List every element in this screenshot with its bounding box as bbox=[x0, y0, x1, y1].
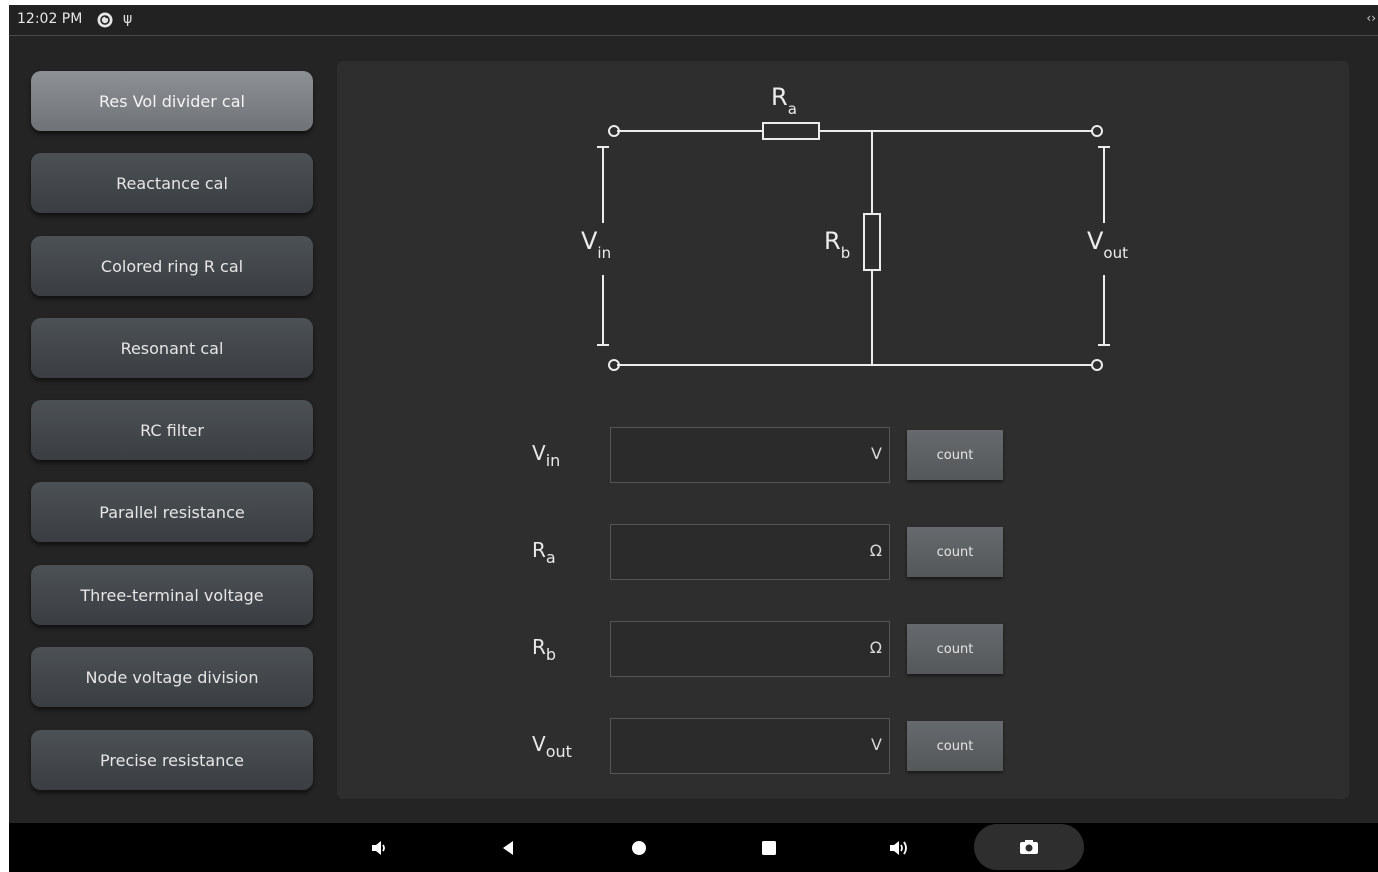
back-button[interactable] bbox=[483, 823, 533, 872]
vout-unit: V bbox=[871, 735, 882, 754]
sidebar-item-label: Resonant cal bbox=[120, 338, 224, 358]
rb-label: Rb bbox=[532, 635, 557, 664]
ra-label: Ra bbox=[532, 538, 556, 567]
volume-down-button[interactable] bbox=[354, 823, 404, 872]
app-screen: 12:02 PM ψ ‹› Res Vol divider cal Reacta… bbox=[9, 5, 1378, 872]
sidebar-item-label: Res Vol divider cal bbox=[99, 91, 245, 111]
sidebar-item-resonant[interactable]: Resonant cal bbox=[31, 318, 313, 378]
ra-unit: Ω bbox=[869, 541, 882, 560]
volume-up-icon bbox=[890, 840, 907, 855]
sidebar-item-three-terminal[interactable]: Three-terminal voltage bbox=[31, 565, 313, 625]
sidebar-item-label: Parallel resistance bbox=[99, 502, 245, 522]
sidebar-item-label: Three-terminal voltage bbox=[80, 585, 264, 605]
vin-count-button[interactable]: count bbox=[907, 430, 1003, 480]
sidebar-item-precise-resistance[interactable]: Precise resistance bbox=[31, 730, 313, 790]
sidebar-item-label: Reactance cal bbox=[116, 173, 228, 193]
vin-label: Vin bbox=[532, 441, 561, 470]
rb-unit: Ω bbox=[869, 638, 882, 657]
vout-label: Vout bbox=[532, 732, 572, 761]
vin-unit: V bbox=[871, 444, 882, 463]
sidebar-item-reactance[interactable]: Reactance cal bbox=[31, 153, 313, 213]
resistor-ra bbox=[762, 122, 820, 140]
home-icon bbox=[632, 840, 646, 855]
back-icon bbox=[503, 840, 513, 855]
terminal-out-top bbox=[1091, 125, 1103, 137]
recents-icon bbox=[762, 840, 776, 855]
status-time: 12:02 PM bbox=[17, 11, 83, 27]
sidebar-item-label: Precise resistance bbox=[100, 750, 244, 770]
rb-input[interactable] bbox=[617, 622, 851, 676]
screenshot-button[interactable] bbox=[974, 824, 1084, 870]
home-button[interactable] bbox=[614, 823, 664, 872]
status-right-icon: ‹› bbox=[1366, 11, 1376, 25]
volume-down-icon bbox=[372, 840, 385, 855]
rb-count-button[interactable]: count bbox=[907, 624, 1003, 674]
label-vin: Vin bbox=[581, 227, 611, 262]
sidebar-item-parallel-resistance[interactable]: Parallel resistance bbox=[31, 482, 313, 542]
sidebar-item-rc-filter[interactable]: RC filter bbox=[31, 400, 313, 460]
main-panel: Ra Rb Vin Vout Vin V count Ra Ω count Rb… bbox=[337, 61, 1349, 799]
sidebar-item-node-voltage[interactable]: Node voltage division bbox=[31, 647, 313, 707]
voltage-divider-diagram: Ra Rb Vin Vout bbox=[581, 83, 1128, 371]
label-rb: Rb bbox=[824, 227, 850, 262]
sidebar-item-label: Colored ring R cal bbox=[100, 256, 244, 276]
rb-field[interactable]: Ω bbox=[610, 621, 890, 677]
vin-input[interactable] bbox=[617, 428, 851, 482]
recents-button[interactable] bbox=[744, 823, 794, 872]
sync-status-icon bbox=[97, 12, 113, 28]
status-bar: 12:02 PM ψ ‹› bbox=[9, 5, 1378, 36]
screenshot-icon bbox=[1020, 840, 1038, 854]
sidebar-item-label: Node voltage division bbox=[85, 667, 259, 687]
sidebar-item-colored-ring[interactable]: Colored ring R cal bbox=[31, 236, 313, 296]
label-ra: Ra bbox=[771, 83, 797, 118]
vout-field[interactable]: V bbox=[610, 718, 890, 774]
ra-count-button[interactable]: count bbox=[907, 527, 1003, 577]
terminal-out-bottom bbox=[1091, 359, 1103, 371]
sidebar-item-res-vol-divider[interactable]: Res Vol divider cal bbox=[31, 71, 313, 131]
vout-input[interactable] bbox=[617, 719, 851, 773]
ra-input[interactable] bbox=[617, 525, 851, 579]
navigation-bar bbox=[9, 823, 1378, 872]
label-vout: Vout bbox=[1087, 227, 1128, 262]
vin-field[interactable]: V bbox=[610, 427, 890, 483]
sidebar: Res Vol divider cal Reactance cal Colore… bbox=[9, 35, 329, 823]
sidebar-item-label: RC filter bbox=[140, 420, 204, 440]
vout-count-button[interactable]: count bbox=[907, 721, 1003, 771]
volume-up-button[interactable] bbox=[874, 823, 924, 872]
ra-field[interactable]: Ω bbox=[610, 524, 890, 580]
resistor-rb bbox=[863, 213, 881, 271]
usb-icon: ψ bbox=[123, 11, 133, 27]
